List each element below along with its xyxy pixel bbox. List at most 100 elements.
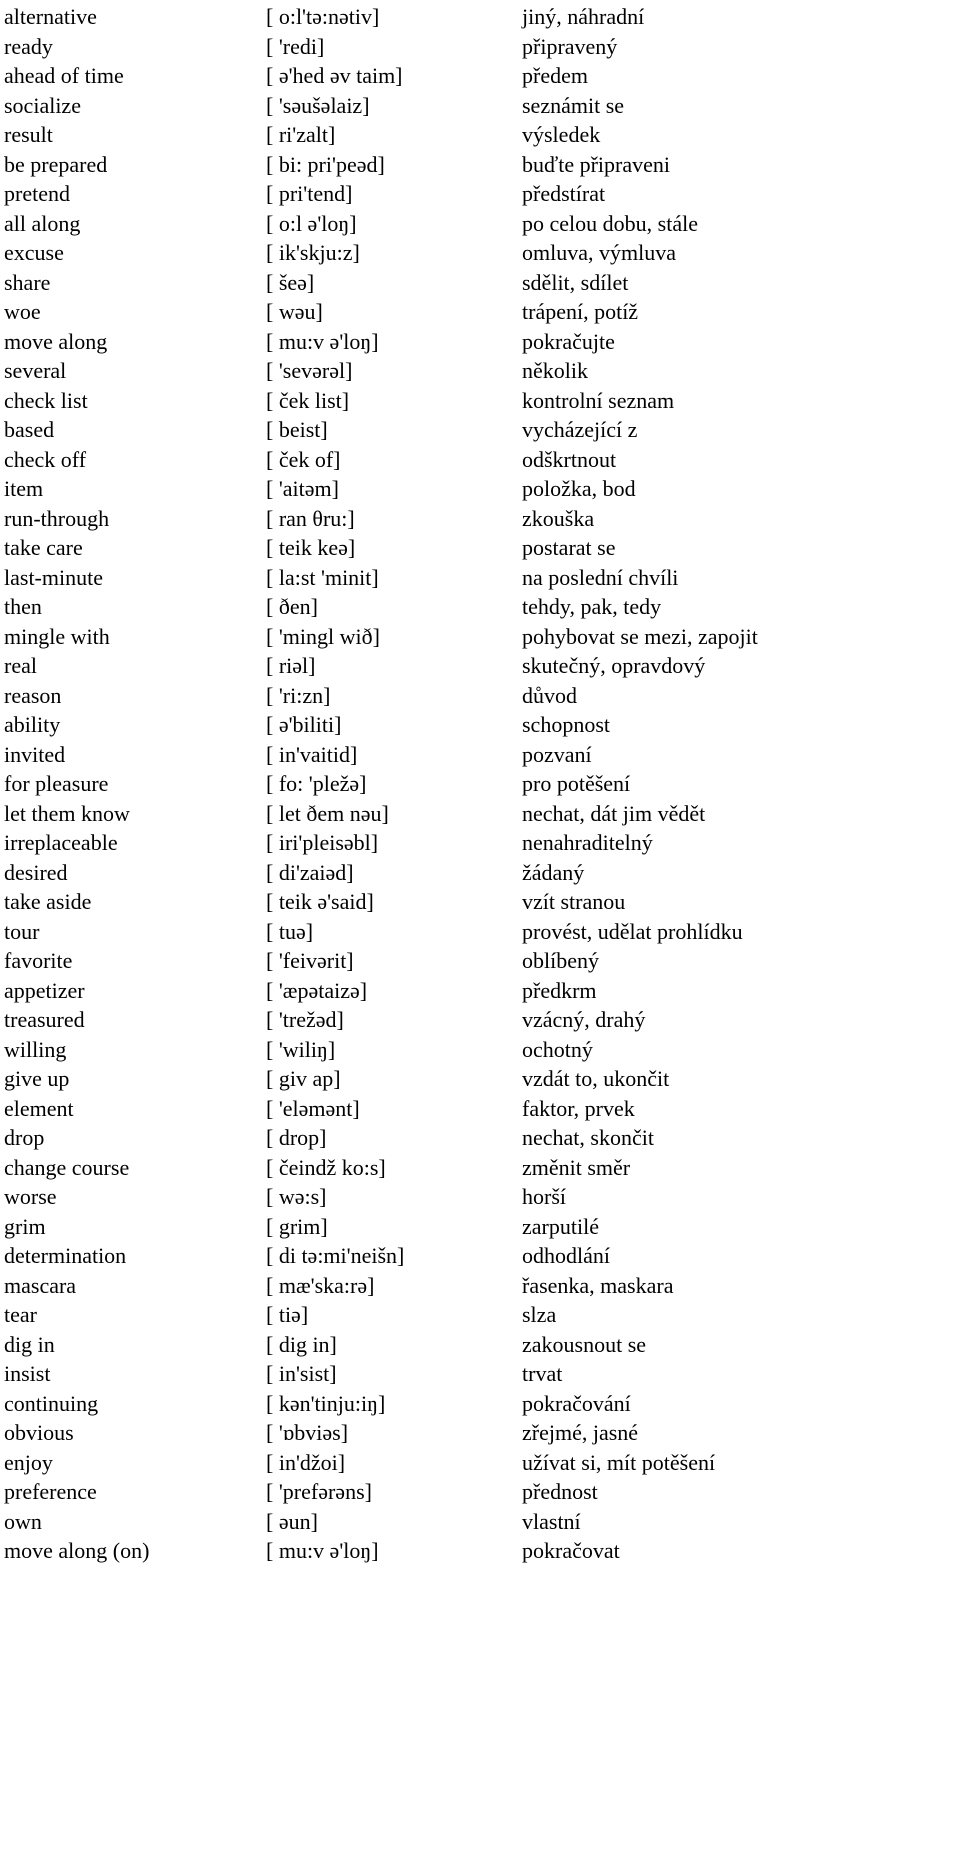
vocab-term: tear — [4, 1302, 37, 1327]
vocab-translation: změnit směr — [522, 1154, 631, 1180]
vocabulary-row: preference [ 'prefərəns] přednost — [0, 1477, 960, 1507]
vocab-term: enjoy — [4, 1449, 53, 1475]
vocab-translation: pokračovat — [522, 1538, 620, 1563]
vocab-translation: zarputilé — [522, 1213, 599, 1239]
vocabulary-row: worse [ wə:s] horší — [0, 1182, 960, 1212]
vocab-translation: tehdy, pak, tedy — [522, 594, 662, 619]
vocabulary-row: continuing [ kən'tinju:iŋ] pokračování — [0, 1389, 960, 1419]
vocab-phonetic: [ 'redi] — [266, 33, 325, 59]
vocabulary-row: appetizer [ 'æpətaizə] předkrm — [0, 976, 960, 1006]
vocab-term: insist — [4, 1361, 51, 1386]
vocabulary-row: change course [ čeindž ko:s] změnit směr — [0, 1153, 960, 1183]
vocab-translation: pohybovat se mezi, zapojit — [522, 623, 758, 649]
vocabulary-row: willing [ 'wiliŋ] ochotný — [0, 1035, 960, 1065]
vocab-phonetic: [ fo: 'pležə] — [266, 771, 367, 796]
vocabulary-row: ability [ ə'biliti] schopnost — [0, 710, 960, 740]
vocab-phonetic: [ di tə:mi'neišn] — [266, 1243, 405, 1268]
vocab-term: alternative — [4, 4, 97, 29]
vocab-phonetic: [ in'džoi] — [266, 1449, 346, 1475]
vocabulary-row: favorite [ 'feivərit] oblíbený — [0, 946, 960, 976]
vocab-term: grim — [4, 1213, 46, 1239]
vocab-phonetic: [ 'wiliŋ] — [266, 1036, 336, 1062]
vocabulary-row: woe [ wəu] trápení, potíž — [0, 297, 960, 327]
vocab-term: element — [4, 1095, 74, 1121]
vocab-phonetic: [ let ðem nəu] — [266, 800, 389, 826]
vocabulary-row: result [ ri'zalt] výsledek — [0, 120, 960, 150]
vocab-translation: přednost — [522, 1479, 598, 1504]
vocabulary-row: treasured [ 'trežəd] vzácný, drahý — [0, 1005, 960, 1035]
vocab-translation: položka, bod — [522, 476, 636, 501]
vocab-phonetic: [ mu:v ə'loŋ] — [266, 1538, 379, 1563]
vocab-phonetic: [ mu:v ə'loŋ] — [266, 328, 379, 354]
vocab-translation: provést, udělat prohlídku — [522, 918, 743, 944]
vocabulary-row: then [ ðen] tehdy, pak, tedy — [0, 592, 960, 622]
vocab-phonetic: [ 'sevərəl] — [266, 358, 353, 383]
vocabulary-row: alternative [ o:l'tə:nətiv] jiný, náhradní — [0, 2, 960, 32]
vocab-phonetic: [ beist] — [266, 417, 328, 442]
vocab-translation: pokračování — [522, 1390, 631, 1416]
vocab-term: ahead of time — [4, 63, 124, 88]
vocab-phonetic: [ dig in] — [266, 1331, 337, 1357]
vocab-term: preference — [4, 1479, 97, 1504]
vocab-term: appetizer — [4, 977, 85, 1003]
vocab-translation: užívat si, mít potěšení — [522, 1449, 716, 1475]
vocab-phonetic: [ tiə] — [266, 1302, 309, 1327]
vocab-term: continuing — [4, 1390, 99, 1416]
vocabulary-row: mingle with [ 'mingl wið] pohybovat se mez… — [0, 622, 960, 652]
vocab-term: real — [4, 653, 37, 678]
vocab-term: check list — [4, 387, 88, 413]
vocab-translation: vlastní — [522, 1508, 581, 1534]
vocab-translation: nechat, skončit — [522, 1125, 654, 1150]
vocab-term: all along — [4, 210, 81, 236]
vocab-phonetic: [ la:st 'minit] — [266, 564, 379, 590]
vocab-term: check off — [4, 446, 87, 472]
vocab-phonetic: [ ček of] — [266, 446, 341, 472]
vocabulary-row: item [ 'aitəm] položka, bod — [0, 474, 960, 504]
vocab-translation: sdělit, sdílet — [522, 269, 629, 295]
vocabulary-row: last-minute [ la:st 'minit] na poslední ch… — [0, 563, 960, 593]
vocab-phonetic: [ ðen] — [266, 594, 318, 619]
vocab-translation: předem — [522, 63, 588, 88]
vocab-translation: zkouška — [522, 505, 595, 531]
vocabulary-row: enjoy [ in'džoi] užívat si, mít potěšení — [0, 1448, 960, 1478]
vocab-translation: oblíbený — [522, 948, 599, 973]
vocabulary-row: obvious [ 'ɒbviəs] zřejmé, jasné — [0, 1418, 960, 1448]
vocabulary-row: for pleasure [ fo: 'pležə] pro potěšení — [0, 769, 960, 799]
vocab-translation: slza — [522, 1302, 557, 1327]
vocabulary-row: take aside [ teik ə'said] vzít stranou — [0, 887, 960, 917]
vocabulary-row: run-through [ ran θru:] zkouška — [0, 504, 960, 534]
vocab-term: drop — [4, 1125, 45, 1150]
vocab-translation: několik — [522, 358, 588, 383]
vocab-translation: po celou dobu, stále — [522, 210, 698, 236]
vocab-term: then — [4, 594, 42, 619]
vocabulary-row: reason [ 'ri:zn] důvod — [0, 681, 960, 711]
vocabulary-row: excuse [ ik'skju:z] omluva, výmluva — [0, 238, 960, 268]
vocabulary-row: irreplaceable [ iri'pleisəbl] nenahraditel… — [0, 828, 960, 858]
vocabulary-row: let them know [ let ðem nəu] nechat, dát j… — [0, 799, 960, 829]
vocab-translation: pokračujte — [522, 328, 615, 354]
vocab-translation: horší — [522, 1184, 566, 1209]
vocab-phonetic: [ ran θru:] — [266, 505, 355, 531]
vocab-phonetic: [ wə:s] — [266, 1184, 327, 1209]
vocab-translation: řasenka, maskara — [522, 1272, 674, 1298]
vocabulary-row: insist [ in'sist] trvat — [0, 1359, 960, 1389]
vocabulary-row: check list [ ček list] kontrolní seznam — [0, 386, 960, 416]
vocab-phonetic: [ grim] — [266, 1213, 328, 1239]
vocab-translation: ochotný — [522, 1036, 593, 1062]
vocab-term: dig in — [4, 1331, 55, 1357]
vocab-phonetic: [ 'ri:zn] — [266, 682, 331, 708]
vocab-term: socialize — [4, 92, 81, 118]
vocab-phonetic: [ 'ɒbviəs] — [266, 1420, 349, 1445]
vocab-translation: výsledek — [522, 122, 601, 147]
vocabulary-row: real [ riəl] skutečný, opravdový — [0, 651, 960, 681]
vocab-term: take care — [4, 535, 83, 560]
vocab-term: for pleasure — [4, 771, 109, 796]
vocab-translation: trápení, potíž — [522, 299, 639, 324]
vocabulary-row: give up [ giv ap] vzdát to, ukončit — [0, 1064, 960, 1094]
vocab-translation: vzdát to, ukončit — [522, 1066, 670, 1091]
vocab-term: treasured — [4, 1007, 85, 1032]
vocab-term: invited — [4, 741, 66, 767]
vocab-term: give up — [4, 1066, 70, 1091]
vocab-translation: důvod — [522, 682, 577, 708]
vocab-term: obvious — [4, 1420, 74, 1445]
